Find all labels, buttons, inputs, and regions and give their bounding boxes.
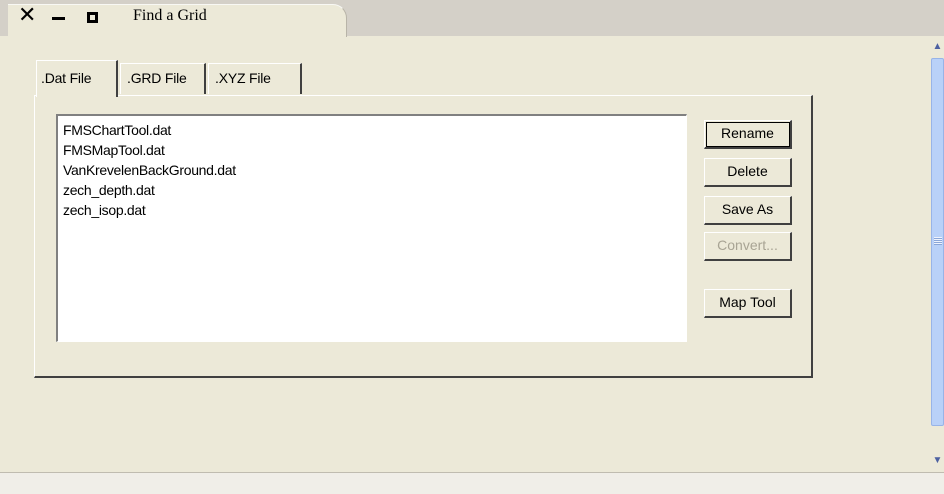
tab-dat-file[interactable]: .Dat File xyxy=(36,60,118,97)
scroll-thumb[interactable] xyxy=(931,58,944,426)
map-tool-button[interactable]: Map Tool xyxy=(704,289,792,318)
tab-label: .GRD File xyxy=(127,70,187,86)
close-icon: ✕ xyxy=(18,3,37,28)
rename-button[interactable]: Rename xyxy=(704,120,792,149)
tab-xyz-file[interactable]: .XYZ File xyxy=(208,63,302,94)
title-bar: ✕ Find a Grid xyxy=(0,0,944,37)
tab-label: .XYZ File xyxy=(215,70,271,86)
list-item[interactable]: FMSChartTool.dat xyxy=(63,120,686,140)
list-item[interactable]: zech_isop.dat xyxy=(63,200,686,220)
minimize-button[interactable] xyxy=(52,11,66,25)
status-strip xyxy=(0,473,944,494)
minimize-icon xyxy=(52,17,65,20)
tab-label: .Dat File xyxy=(41,70,92,86)
close-button[interactable]: ✕ xyxy=(18,5,36,27)
grip-icon xyxy=(934,237,942,245)
convert-button: Convert... xyxy=(704,232,792,261)
maximize-button[interactable] xyxy=(87,12,98,23)
delete-button[interactable]: Delete xyxy=(704,158,792,187)
scroll-down-icon[interactable]: ▼ xyxy=(931,450,944,472)
list-item[interactable]: FMSMapTool.dat xyxy=(63,140,686,160)
list-item[interactable]: zech_depth.dat xyxy=(63,180,686,200)
list-item[interactable]: VanKrevelenBackGround.dat xyxy=(63,160,686,180)
file-list[interactable]: FMSChartTool.dat FMSMapTool.dat VanKreve… xyxy=(56,114,687,342)
save-as-button[interactable]: Save As xyxy=(704,196,792,225)
vertical-scrollbar[interactable]: ▲ ▼ xyxy=(931,36,944,472)
tab-grd-file[interactable]: .GRD File xyxy=(120,63,206,94)
window-title: Find a Grid xyxy=(133,7,207,24)
scroll-up-icon[interactable]: ▲ xyxy=(931,36,944,58)
